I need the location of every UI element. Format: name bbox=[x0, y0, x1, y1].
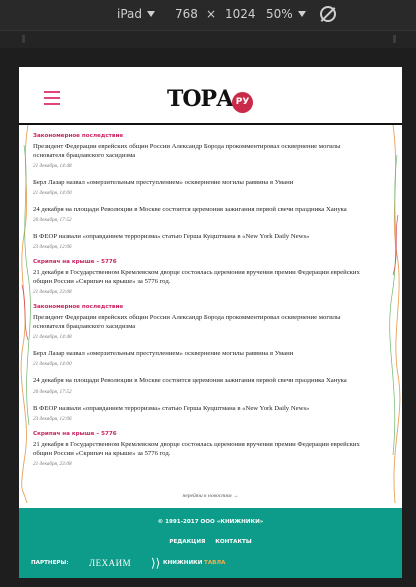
partner-tavla-logo[interactable]: ТАВЛА bbox=[204, 560, 225, 566]
news-date: 21 декабря, 14:00 bbox=[33, 361, 72, 368]
news-category[interactable]: Закономерное последствие bbox=[33, 304, 373, 310]
news-item[interactable]: 24 декабря на площади Революции в Москве… bbox=[33, 205, 373, 223]
news-category[interactable]: Скрипач на крыше – 5776 bbox=[33, 431, 373, 437]
footer-link-editorial[interactable]: РЕДАКЦИЯ bbox=[169, 539, 205, 545]
news-headline[interactable]: В ФЕОР назвали «оправданием терроризма» … bbox=[33, 232, 373, 241]
news-headline[interactable]: В ФЕОР назвали «оправданием терроризма» … bbox=[33, 404, 373, 413]
news-date: 21 декабря, 14:00 bbox=[33, 190, 72, 197]
news-item[interactable]: Берл Лазар назвал «омерзительным преступ… bbox=[33, 178, 373, 196]
site-footer: © 1991-2017 ООО «КНИЖНИКИ» РЕДАКЦИЯ КОНТ… bbox=[19, 508, 402, 578]
left-decorative-ornament bbox=[20, 125, 31, 503]
news-category[interactable]: Закономерное последствие bbox=[33, 133, 373, 139]
times-separator: × bbox=[206, 7, 217, 21]
partners-label: ПАРТНЕРЫ: bbox=[31, 560, 69, 566]
device-viewport: ТОРА РУ Закономерное последствие Президе… bbox=[19, 67, 402, 578]
logo-ru-badge: РУ bbox=[232, 92, 253, 113]
news-headline[interactable]: 24 декабря на площади Революции в Москве… bbox=[33, 376, 373, 385]
partner-lechaim-logo[interactable]: ЛЕХАИМ bbox=[89, 558, 131, 568]
news-item[interactable]: Скрипач на крыше – 5776 21 декабря в Гос… bbox=[33, 431, 373, 467]
ruler-tick bbox=[22, 35, 25, 43]
right-decorative-ornament bbox=[389, 125, 401, 503]
news-headline[interactable]: Берл Лазар назвал «омерзительным преступ… bbox=[33, 178, 373, 187]
news-date: 21 декабря, 23:08 bbox=[33, 289, 72, 296]
logo-text: ТОРА bbox=[167, 86, 234, 112]
zoom-select[interactable]: 50% bbox=[266, 7, 306, 21]
partner-knizhniki-logo[interactable]: КНИЖНИКИ bbox=[163, 560, 202, 566]
news-date: 23 декабря, 12:06 bbox=[33, 244, 72, 251]
news-date: 21 декабря, 14:48 bbox=[33, 334, 72, 341]
news-feed: Закономерное последствие Президент Федер… bbox=[33, 133, 373, 476]
site-header: ТОРА РУ bbox=[19, 67, 402, 125]
news-date: 21 декабря, 14:48 bbox=[33, 163, 72, 170]
news-date: 23 декабря, 12:06 bbox=[33, 415, 72, 422]
copyright-text: © 1991-2017 ООО «КНИЖНИКИ» bbox=[157, 519, 264, 525]
news-headline[interactable]: Президент Федерации еврейских общин Росс… bbox=[33, 142, 373, 160]
media-query-bar bbox=[0, 30, 416, 48]
footer-link-contacts[interactable]: КОНТАКТЫ bbox=[215, 539, 251, 545]
news-headline[interactable]: 21 декабря в Государственном Кремлевском… bbox=[33, 268, 373, 286]
news-item[interactable]: В ФЕОР назвали «оправданием терроризма» … bbox=[33, 232, 373, 250]
news-item[interactable]: Берл Лазар назвал «омерзительным преступ… bbox=[33, 349, 373, 367]
rotate-icon[interactable] bbox=[320, 6, 336, 22]
devtools-toolbar: iPad 768 × 1024 50% bbox=[0, 0, 416, 30]
news-item[interactable]: Закономерное последствие Президент Федер… bbox=[33, 304, 373, 340]
news-headline[interactable]: 24 декабря на площади Революции в Москве… bbox=[33, 205, 373, 214]
knizhniki-mark-icon: ⟩⟩ bbox=[151, 556, 161, 570]
chevron-down-icon bbox=[147, 11, 156, 17]
chevron-down-icon bbox=[297, 11, 306, 17]
news-headline[interactable]: Президент Федерации еврейских общин Росс… bbox=[33, 313, 373, 331]
news-date: 20 декабря, 17:52 bbox=[33, 217, 72, 224]
news-item[interactable]: 24 декабря на площади Революции в Москве… bbox=[33, 376, 373, 394]
width-input[interactable]: 768 bbox=[175, 7, 198, 21]
height-input[interactable]: 1024 bbox=[225, 7, 256, 21]
partners-row: ПАРТНЕРЫ: ЛЕХАИМ ⟩⟩ КНИЖНИКИ ТАВЛА bbox=[31, 556, 391, 570]
footer-links: РЕДАКЦИЯ КОНТАКТЫ bbox=[19, 539, 402, 545]
news-item[interactable]: Закономерное последствие Президент Федер… bbox=[33, 133, 373, 169]
news-item[interactable]: В ФЕОР назвали «оправданием терроризма» … bbox=[33, 404, 373, 422]
more-news-link[interactable]: перейти к новостям → bbox=[19, 493, 402, 499]
news-category[interactable]: Скрипач на крыше – 5776 bbox=[33, 259, 373, 265]
news-item[interactable]: Скрипач на крыше – 5776 21 декабря в Гос… bbox=[33, 259, 373, 295]
news-date: 20 декабря, 17:52 bbox=[33, 388, 72, 395]
hamburger-menu-icon[interactable] bbox=[44, 91, 60, 106]
ruler-tick bbox=[393, 35, 396, 43]
news-date: 21 декабря, 23:08 bbox=[33, 460, 72, 467]
device-select[interactable]: iPad bbox=[117, 7, 156, 21]
news-headline[interactable]: 21 декабря в Государственном Кремлевском… bbox=[33, 440, 373, 458]
news-headline[interactable]: Берл Лазар назвал «омерзительным преступ… bbox=[33, 349, 373, 358]
